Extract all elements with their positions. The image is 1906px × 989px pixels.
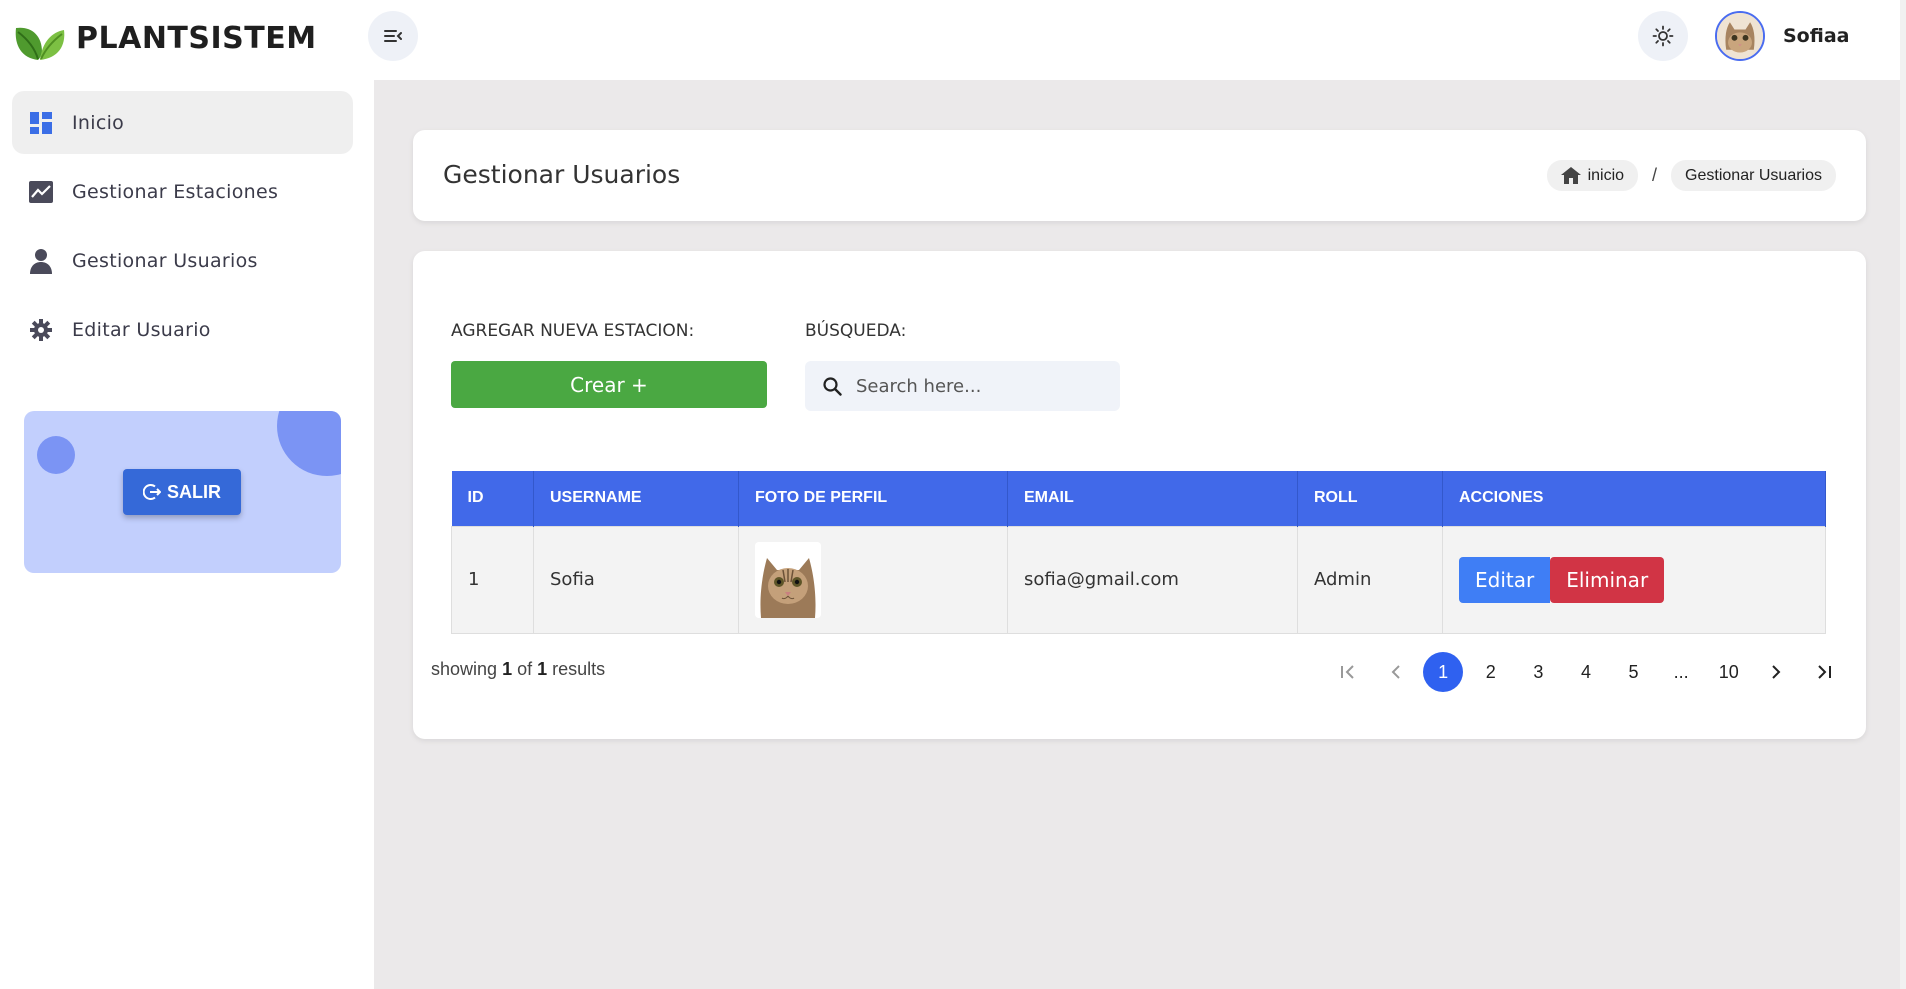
column-header-id[interactable]: ID: [451, 471, 534, 526]
logout-button[interactable]: SALIR: [123, 469, 241, 515]
home-icon: [1560, 167, 1581, 184]
page-scrollbar[interactable]: [1900, 0, 1906, 989]
page-button[interactable]: 5: [1614, 652, 1654, 692]
brand[interactable]: PLANTSISTEM: [12, 12, 317, 64]
results-of: of: [517, 659, 533, 679]
sidebar-item-label: Gestionar Estaciones: [72, 180, 279, 203]
page-button[interactable]: 10: [1709, 652, 1749, 692]
logout-card: SALIR: [24, 411, 341, 573]
page-button[interactable]: 2: [1471, 652, 1511, 692]
sidebar-item-label: Inicio: [72, 111, 125, 134]
profile-photo: [755, 541, 821, 618]
cat-avatar-icon: [1717, 13, 1763, 59]
page-button[interactable]: 3: [1518, 652, 1558, 692]
cell-actions: Editar Eliminar: [1442, 525, 1826, 634]
gear-icon: [28, 317, 54, 343]
pagination: 1 2 3 4 5 ... 10: [1328, 652, 1852, 692]
prev-page-button[interactable]: [1376, 652, 1416, 692]
menu-collapse-icon: [384, 30, 402, 42]
sidebar-item-gestionar-usuarios[interactable]: Gestionar Usuarios: [12, 229, 353, 292]
user-name: Sofiaa: [1783, 25, 1850, 47]
page-button[interactable]: 4: [1566, 652, 1606, 692]
breadcrumb-home-label: inicio: [1587, 166, 1625, 184]
decorative-circle: [277, 411, 341, 476]
column-header-username[interactable]: USERNAME: [533, 471, 739, 526]
breadcrumb-current: Gestionar Usuarios: [1671, 160, 1836, 191]
cat-photo-icon: [755, 541, 821, 618]
sidebar-item-label: Gestionar Usuarios: [72, 249, 258, 272]
leaf-logo-icon: [15, 27, 65, 60]
last-page-button[interactable]: [1804, 652, 1844, 692]
cell-id: 1: [451, 525, 534, 634]
breadcrumb-current-label: Gestionar Usuarios: [1685, 166, 1822, 184]
brand-name: PLANTSISTEM: [76, 20, 317, 56]
page-ellipsis: ...: [1673, 661, 1689, 682]
page-button[interactable]: 1: [1423, 652, 1464, 692]
top-header: PLANTSISTEM Sofiaa: [0, 0, 1906, 80]
sidebar: Inicio Gestionar Estaciones Gestionar Us…: [0, 80, 374, 989]
create-label: AGREGAR NUEVA ESTACION:: [451, 321, 695, 341]
breadcrumb-home[interactable]: inicio: [1546, 160, 1639, 191]
delete-button[interactable]: Eliminar: [1550, 556, 1665, 603]
decorative-circle: [37, 436, 75, 474]
search-input[interactable]: [856, 375, 1106, 397]
table-header-row: ID USERNAME FOTO DE PERFIL EMAIL ROLL AC…: [451, 471, 1826, 526]
search-label: BÚSQUEDA:: [805, 321, 907, 341]
cell-roll: Admin: [1297, 525, 1443, 634]
results-total: 1: [537, 659, 548, 679]
cell-photo: [738, 525, 1008, 634]
results-suffix: results: [552, 659, 606, 679]
sidebar-item-editar-usuario[interactable]: Editar Usuario: [12, 298, 353, 361]
users-card: AGREGAR NUEVA ESTACION: Crear + BÚSQUEDA…: [413, 251, 1866, 739]
create-button[interactable]: Crear +: [451, 361, 767, 408]
sun-icon: [1652, 25, 1674, 47]
column-header-roll[interactable]: ROLL: [1297, 471, 1443, 526]
breadcrumb: inicio / Gestionar Usuarios: [1546, 160, 1836, 191]
search-box[interactable]: [805, 361, 1120, 411]
dashboard-icon: [28, 110, 54, 136]
results-from: 1: [502, 659, 513, 679]
search-icon: [823, 376, 842, 396]
logout-icon: [143, 484, 161, 500]
users-table: ID USERNAME FOTO DE PERFIL EMAIL ROLL AC…: [451, 471, 1826, 634]
cell-email: sofia@gmail.com: [1007, 525, 1298, 634]
logout-label: SALIR: [167, 481, 221, 502]
chevron-left-icon: [1391, 665, 1400, 679]
breadcrumb-separator: /: [1652, 165, 1658, 185]
sidebar-item-inicio[interactable]: Inicio: [12, 91, 353, 154]
page-header-card: Gestionar Usuarios inicio / Gestionar Us…: [413, 130, 1866, 221]
chart-icon: [28, 179, 54, 205]
sidebar-item-label: Editar Usuario: [72, 318, 211, 341]
results-prefix: showing: [431, 659, 498, 679]
last-page-icon: [1818, 665, 1831, 679]
next-page-button[interactable]: [1756, 652, 1796, 692]
page-title: Gestionar Usuarios: [443, 160, 681, 189]
table-row: 1 Sofia sofia@gmail.com Admin Editar Eli…: [451, 525, 1826, 634]
edit-button[interactable]: Editar: [1459, 556, 1551, 603]
first-page-button[interactable]: [1328, 652, 1368, 692]
first-page-icon: [1341, 665, 1354, 679]
results-summary: showing 1 of 1 results: [431, 659, 605, 680]
user-menu[interactable]: Sofiaa: [1715, 11, 1849, 61]
column-header-email[interactable]: EMAIL: [1007, 471, 1298, 526]
column-header-photo[interactable]: FOTO DE PERFIL: [738, 471, 1008, 526]
user-icon: [28, 248, 54, 274]
avatar[interactable]: [1715, 11, 1765, 61]
sidebar-item-gestionar-estaciones[interactable]: Gestionar Estaciones: [12, 160, 353, 223]
cell-username: Sofia: [533, 525, 739, 634]
chevron-right-icon: [1772, 665, 1781, 679]
theme-toggle-button[interactable]: [1638, 11, 1688, 61]
menu-toggle-button[interactable]: [368, 11, 418, 61]
column-header-actions[interactable]: ACCIONES: [1442, 471, 1826, 526]
